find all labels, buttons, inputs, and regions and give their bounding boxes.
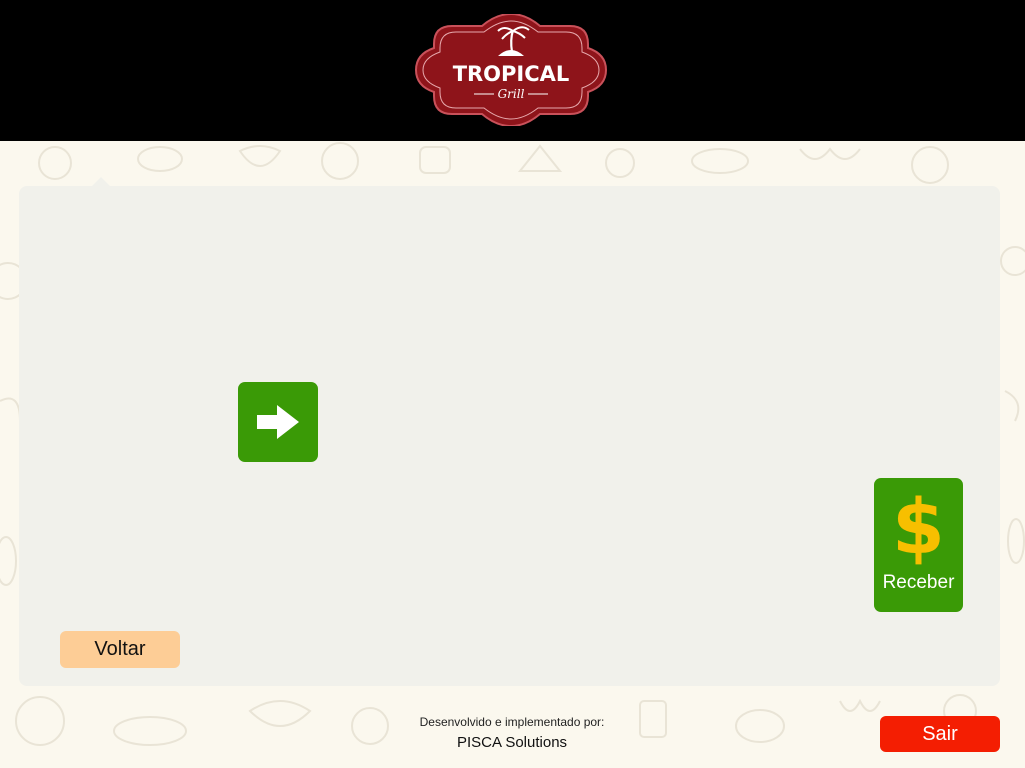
receber-button[interactable]: $ Receber bbox=[874, 478, 963, 612]
sair-button[interactable]: Sair bbox=[880, 716, 1000, 752]
receber-label: Receber bbox=[882, 572, 955, 593]
app-header: TROPICAL Grill bbox=[0, 0, 1025, 141]
developer-company: PISCA Solutions bbox=[456, 734, 568, 751]
voltar-button[interactable]: Voltar bbox=[60, 631, 180, 668]
main-panel bbox=[19, 186, 1000, 686]
developer-credit-label: Desenvolvido e implementado por: bbox=[419, 715, 605, 729]
dollar-icon: $ bbox=[892, 482, 945, 571]
logo-subtitle: Grill bbox=[498, 87, 525, 101]
next-button[interactable] bbox=[238, 382, 318, 462]
arrow-right-icon bbox=[257, 405, 299, 439]
tropical-grill-logo: TROPICAL Grill bbox=[414, 14, 608, 126]
logo-title: TROPICAL bbox=[453, 62, 570, 86]
